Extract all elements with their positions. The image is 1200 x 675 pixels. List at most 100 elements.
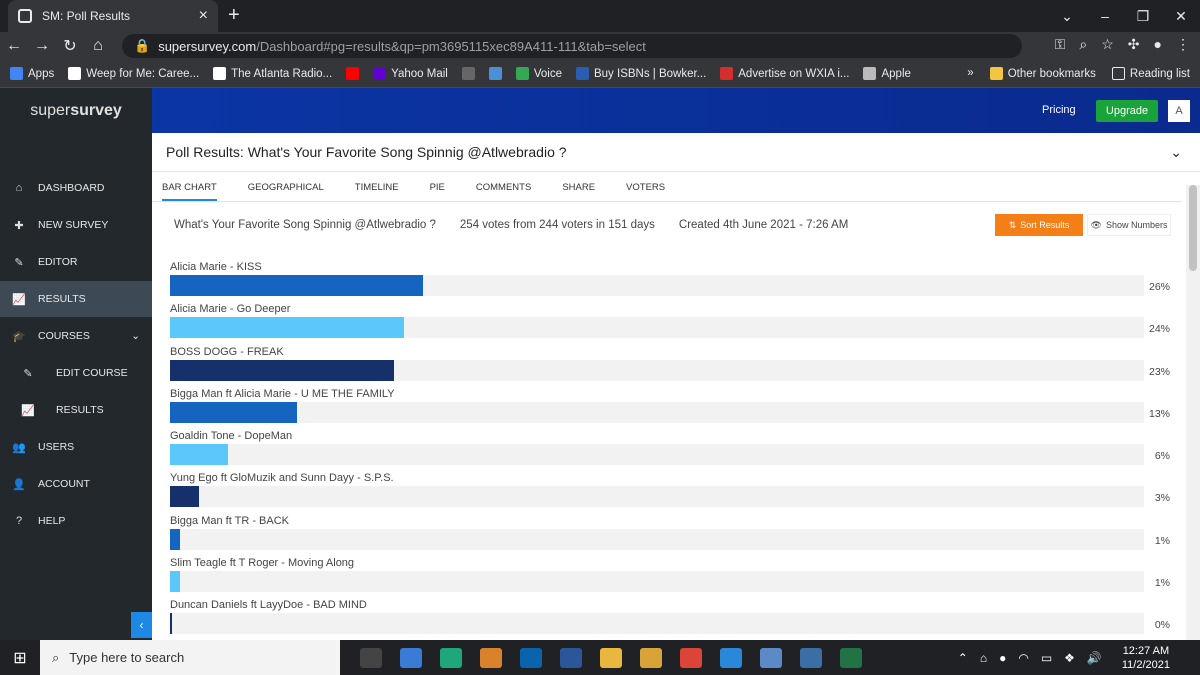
- show-numbers-button[interactable]: 👁 Show Numbers: [1087, 214, 1171, 236]
- result-row: Bigga Man ft Alicia Marie - U ME THE FAM…: [170, 388, 1170, 430]
- result-row: Duncan Daniels ft LayyDoe - BAD MIND 0%: [170, 599, 1170, 641]
- bookmark-icon: [863, 67, 877, 80]
- new-tab-icon[interactable]: +: [228, 4, 240, 27]
- tab-voters[interactable]: VOTERS: [626, 182, 665, 201]
- sidebar-item-course-results[interactable]: 📈 RESULTS: [0, 392, 152, 428]
- bookmark-item[interactable]: Voice: [515, 67, 562, 80]
- task-view-icon[interactable]: [360, 647, 382, 668]
- sort-results-label: Sort Results: [1020, 220, 1070, 230]
- sidebar-item-courses[interactable]: 🎓 COURSES ⌄: [0, 318, 152, 354]
- address-bar[interactable]: 🔒 supersurvey.com/Dashboard#pg=results&q…: [122, 34, 1022, 58]
- divider: [152, 201, 1182, 202]
- tab-geographical[interactable]: GEOGRAPHICAL: [248, 182, 324, 201]
- scrollbar-thumb[interactable]: [1189, 185, 1197, 271]
- user-icon: 👤: [12, 478, 26, 491]
- upgrade-button[interactable]: Upgrade: [1096, 100, 1158, 122]
- bookmark-item[interactable]: [346, 67, 360, 80]
- sidebar-item-new-survey[interactable]: ✚ NEW SURVEY: [0, 207, 152, 243]
- tab-bar-chart[interactable]: BAR CHART: [162, 182, 217, 201]
- chevron-down-icon[interactable]: ⌄: [1170, 144, 1182, 161]
- bookmark-label: Voice: [533, 67, 562, 80]
- profile-avatar[interactable]: ●: [1154, 36, 1162, 53]
- tray-app-icon[interactable]: ⌂: [980, 651, 987, 665]
- profile-dropdown-icon[interactable]: ⌄: [1048, 8, 1086, 25]
- bookmark-item[interactable]: [488, 67, 502, 80]
- media-icon[interactable]: [480, 647, 502, 668]
- supersurvey-logo[interactable]: super survey: [0, 88, 152, 133]
- sidebar-item-label: USERS: [38, 441, 75, 453]
- avatar[interactable]: A: [1168, 100, 1190, 122]
- app-icon[interactable]: [760, 647, 782, 668]
- back-icon[interactable]: ←: [0, 37, 28, 55]
- tray-chevron-icon[interactable]: ⌃: [958, 651, 968, 665]
- sidebar-item-dashboard[interactable]: ⌂ DASHBOARD: [0, 170, 152, 206]
- volume-icon[interactable]: 🔊: [1087, 651, 1102, 665]
- sidebar-item-label: DASHBOARD: [38, 182, 105, 194]
- app-icon[interactable]: [800, 647, 822, 668]
- app-icon[interactable]: [640, 647, 662, 668]
- word-icon[interactable]: [560, 647, 582, 668]
- bookmark-item[interactable]: The Atlanta Radio...: [213, 67, 332, 80]
- question-text: What's Your Favorite Song Spinnig @Atlwe…: [174, 219, 436, 231]
- browser-tab[interactable]: SM: Poll Results ×: [8, 0, 218, 32]
- maximize-icon[interactable]: ❐: [1124, 8, 1162, 25]
- scrollbar[interactable]: [1186, 185, 1200, 640]
- bookmark-label: Apple: [881, 67, 911, 80]
- zoom-icon[interactable]: ⌕: [1079, 36, 1087, 53]
- sidebar-item-account[interactable]: 👤 ACCOUNT: [0, 466, 152, 502]
- key-icon[interactable]: ⚿: [1055, 36, 1066, 53]
- taskbar-search[interactable]: ⌕ Type here to search: [40, 640, 340, 675]
- windows-start-icon[interactable]: ⊞: [0, 648, 40, 668]
- file-explorer-icon[interactable]: [600, 647, 622, 668]
- reload-icon[interactable]: ↻: [56, 36, 84, 56]
- chart-icon: 📈: [21, 404, 35, 417]
- pricing-link[interactable]: Pricing: [1042, 104, 1076, 116]
- bookmark-item[interactable]: Buy ISBNs | Bowker...: [575, 67, 706, 80]
- menu-icon[interactable]: ⋮: [1176, 36, 1190, 53]
- clock[interactable]: 12:27 AM 11/2/2021: [1122, 644, 1170, 672]
- mail-icon[interactable]: [400, 647, 422, 668]
- battery-icon[interactable]: ▭: [1041, 651, 1052, 665]
- sidebar-item-label: ACCOUNT: [38, 478, 90, 490]
- sidebar-item-editor[interactable]: ✎ EDITOR: [0, 244, 152, 280]
- chevron-left-icon: ‹: [139, 618, 144, 632]
- answer-label: Bigga Man ft TR - BACK: [170, 514, 290, 527]
- tab-share[interactable]: SHARE: [562, 182, 595, 201]
- tab-comments[interactable]: COMMENTS: [476, 182, 531, 201]
- collapse-sidebar-button[interactable]: ‹: [131, 612, 152, 638]
- bar-chart: Alicia Marie - KISS 26% Alicia Marie - Go …: [170, 261, 1170, 642]
- minimize-icon[interactable]: –: [1086, 8, 1124, 24]
- excel-icon[interactable]: [840, 647, 862, 668]
- sidebar-item-users[interactable]: 👥 USERS: [0, 429, 152, 465]
- forward-icon[interactable]: →: [28, 37, 56, 55]
- tray-app-icon[interactable]: ●: [999, 651, 1006, 665]
- star-icon[interactable]: ☆: [1101, 36, 1114, 53]
- dropbox-icon[interactable]: ❖: [1064, 651, 1075, 665]
- extensions-icon[interactable]: ✣: [1128, 36, 1140, 53]
- more-bookmarks-icon[interactable]: »: [967, 67, 973, 80]
- sidebar-item-edit-course[interactable]: ✎ EDIT COURSE: [0, 355, 152, 391]
- edge-icon[interactable]: [440, 647, 462, 668]
- sidebar-item-results[interactable]: 📈 RESULTS: [0, 281, 152, 317]
- sort-results-button[interactable]: ⇅ Sort Results: [995, 214, 1083, 236]
- bookmark-item[interactable]: Apps: [10, 67, 54, 80]
- reading-list[interactable]: Reading list: [1111, 67, 1190, 80]
- bookmark-item[interactable]: [461, 67, 475, 80]
- chrome-icon[interactable]: [680, 647, 702, 668]
- bookmark-item[interactable]: Weep for Me: Caree...: [68, 67, 199, 80]
- sidebar-item-label: NEW SURVEY: [38, 219, 109, 231]
- store-icon[interactable]: [720, 647, 742, 668]
- tab-pie[interactable]: PIE: [430, 182, 445, 201]
- home-icon[interactable]: ⌂: [84, 37, 112, 55]
- bookmark-item[interactable]: Yahoo Mail: [373, 67, 448, 80]
- outlook-icon[interactable]: [520, 647, 542, 668]
- sidebar-item-help[interactable]: ? HELP: [0, 503, 152, 539]
- bookmark-item[interactable]: Advertise on WXIA i...: [720, 67, 849, 80]
- close-tab-icon[interactable]: ×: [199, 7, 208, 25]
- wifi-icon[interactable]: ◠: [1018, 651, 1028, 665]
- close-window-icon[interactable]: ✕: [1162, 8, 1200, 25]
- tab-timeline[interactable]: TIMELINE: [355, 182, 399, 201]
- sidebar-item-label: RESULTS: [56, 404, 104, 416]
- other-bookmarks[interactable]: Other bookmarks: [989, 67, 1096, 80]
- bookmark-item[interactable]: Apple: [863, 67, 911, 80]
